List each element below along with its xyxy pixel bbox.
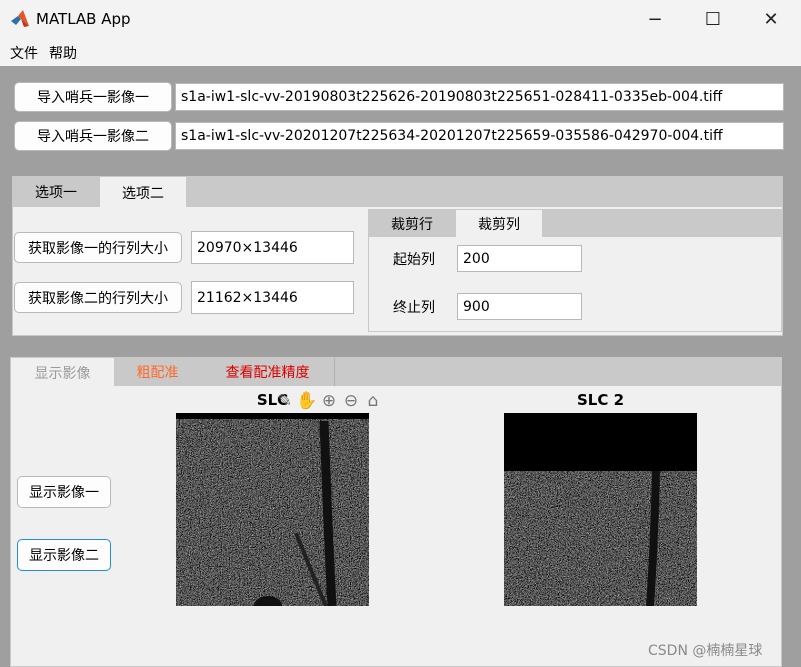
- import-image2-button[interactable]: 导入哨兵一影像二: [14, 121, 172, 151]
- size-image1-field[interactable]: 20970×13446: [191, 231, 354, 264]
- tab-coarse-registration[interactable]: 粗配准: [115, 358, 200, 386]
- menu-file[interactable]: 文件: [10, 43, 38, 63]
- home-icon[interactable]: ⌂: [362, 391, 384, 411]
- image2-path-field[interactable]: s1a-iw1-slc-vv-20201207t225634-20201207t…: [175, 122, 784, 150]
- tab-crop-cols[interactable]: 裁剪列: [456, 210, 542, 238]
- get-size-image1-button[interactable]: 获取影像一的行列大小: [14, 232, 182, 263]
- axes-toolbar: ✎ ✋ ⊕ ⊖ ⌂: [274, 391, 384, 411]
- slc2-image: [504, 413, 697, 606]
- menu-bar: [0, 38, 801, 66]
- end-col-field[interactable]: 900: [457, 293, 582, 320]
- start-col-field[interactable]: 200: [457, 245, 582, 272]
- menu-help[interactable]: 帮助: [49, 43, 77, 63]
- show-image1-button[interactable]: 显示影像一: [17, 476, 111, 508]
- size-image2-field[interactable]: 21162×13446: [191, 281, 354, 314]
- slc1-image: [176, 413, 369, 606]
- maximize-button[interactable]: ☐: [684, 0, 742, 38]
- tab-option2[interactable]: 选项二: [100, 177, 186, 208]
- end-col-label: 终止列: [393, 300, 435, 316]
- close-button[interactable]: ✕: [742, 0, 800, 38]
- tab-option1[interactable]: 选项一: [13, 177, 99, 207]
- tab-crop-rows[interactable]: 裁剪行: [369, 210, 455, 237]
- image1-path-field[interactable]: s1a-iw1-slc-vv-20190803t225626-20190803t…: [175, 83, 784, 111]
- zoom-out-icon[interactable]: ⊖: [340, 391, 362, 411]
- import-image1-button[interactable]: 导入哨兵一影像一: [14, 82, 172, 112]
- watermark-text: CSDN @楠楠星球: [648, 643, 763, 659]
- brush-icon[interactable]: ✎: [274, 391, 296, 411]
- zoom-in-icon[interactable]: ⊕: [318, 391, 340, 411]
- axes2-title: SLC 2: [576, 391, 625, 409]
- tab-registration-accuracy[interactable]: 查看配准精度: [201, 358, 335, 386]
- pan-icon[interactable]: ✋: [296, 391, 318, 411]
- get-size-image2-button[interactable]: 获取影像二的行列大小: [14, 282, 182, 313]
- show-image2-button[interactable]: 显示影像二: [17, 539, 111, 571]
- start-col-label: 起始列: [393, 252, 435, 268]
- matlab-icon: [11, 10, 29, 27]
- window-title: MATLAB App: [36, 10, 131, 28]
- tab-display-image[interactable]: 显示影像: [11, 358, 114, 387]
- minimize-button[interactable]: −: [626, 0, 684, 38]
